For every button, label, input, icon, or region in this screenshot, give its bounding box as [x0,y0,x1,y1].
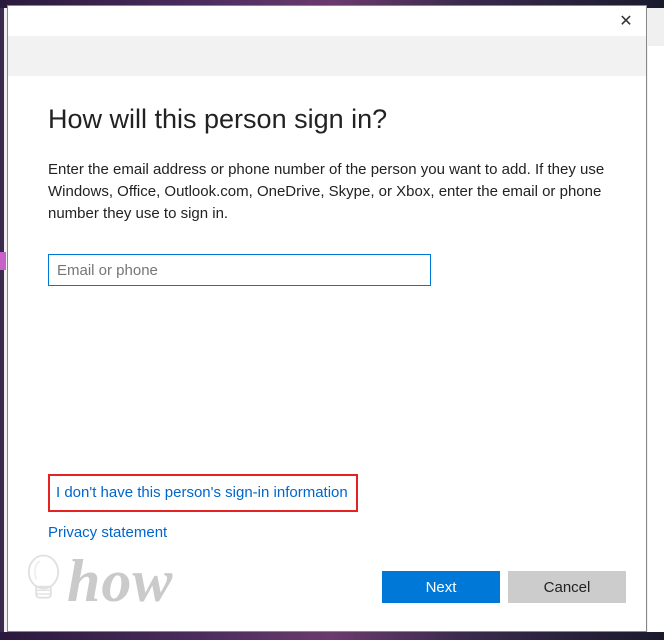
email-phone-input[interactable] [48,254,431,286]
close-button[interactable]: ✕ [606,6,646,36]
watermark-text: how [67,557,173,605]
window-bottom-border [0,632,664,640]
dialog-content: How will this person sign in? Enter the … [8,104,646,286]
dialog-title: How will this person sign in? [48,104,606,135]
highlight-annotation: I don't have this person's sign-in infor… [48,474,358,512]
dialog-footer: Next Cancel [382,571,626,603]
titlebar: ✕ [8,6,646,36]
accent-stripe [0,252,6,270]
next-button[interactable]: Next [382,571,500,603]
lightbulb-icon [16,550,71,605]
background-right-strip [648,46,664,632]
no-signin-info-link[interactable]: I don't have this person's sign-in infor… [56,484,348,501]
bottom-links: I don't have this person's sign-in infor… [48,474,358,541]
cancel-button[interactable]: Cancel [508,571,626,603]
dialog-description: Enter the email address or phone number … [48,159,606,224]
privacy-statement-link[interactable]: Privacy statement [48,524,358,541]
close-icon: ✕ [619,11,632,31]
watermark: how [16,550,173,605]
dialog-header-band [8,36,646,76]
signin-dialog: ✕ How will this person sign in? Enter th… [7,5,647,632]
window-left-border [0,8,4,632]
